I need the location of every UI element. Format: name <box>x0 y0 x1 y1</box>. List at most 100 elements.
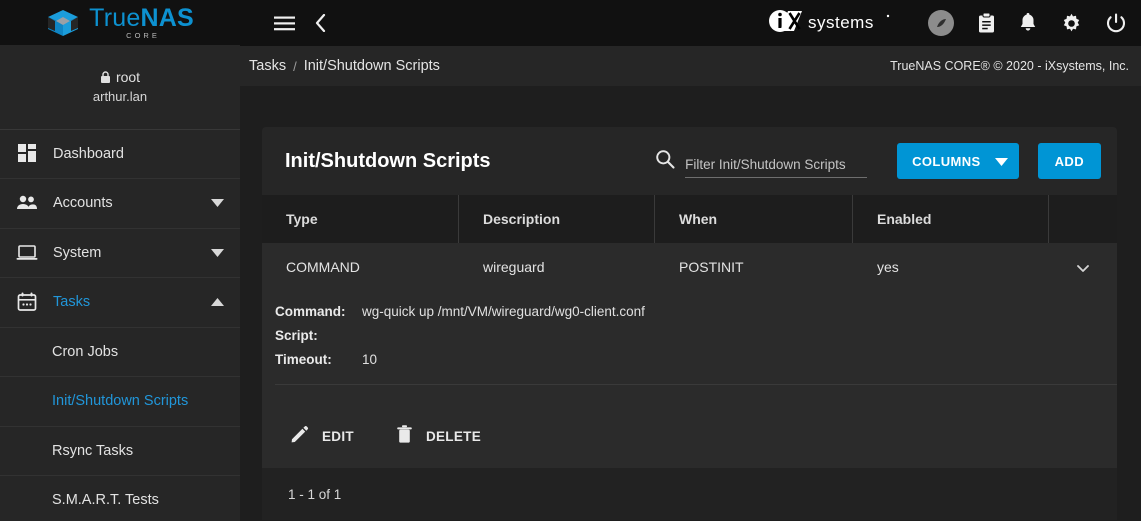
pencil-edit-icon <box>290 425 309 449</box>
columns-button-label: COLUMNS <box>912 153 981 169</box>
search-field-wrapper <box>685 144 868 178</box>
detail-script-row: Script: <box>275 328 1117 352</box>
chevron-up-icon[interactable] <box>211 293 224 311</box>
power-icon[interactable] <box>1106 13 1126 34</box>
column-header-description[interactable]: Description <box>459 195 655 243</box>
sidebar: TrueNAS CORE root arthur.lan Dashboard A… <box>0 0 240 521</box>
brand-edition: CORE <box>126 30 160 40</box>
sidebar-navigation: Dashboard Accounts System Tasks Cron Job… <box>0 130 240 521</box>
truenas-app-window: TrueNAS CORE root arthur.lan Dashboard A… <box>0 0 1141 521</box>
truecommand-avatar-icon[interactable] <box>928 10 954 36</box>
card-header: Init/Shutdown Scripts COLUMNS <box>262 127 1117 195</box>
cell-enabled: yes <box>877 258 899 275</box>
hamburger-menu-icon[interactable] <box>274 16 295 31</box>
chevron-down-icon <box>1077 259 1089 275</box>
columns-button[interactable]: COLUMNS <box>897 143 1019 179</box>
top-bar-right-controls: systems <box>768 9 1126 38</box>
brand-name-nas: NAS <box>140 3 194 32</box>
detail-command-value: wg-quick up /mnt/VM/wireguard/wg0-client… <box>362 304 645 319</box>
detail-command-label: Command: <box>275 304 346 319</box>
sidebar-item-smart-tests[interactable]: S.M.A.R.T. Tests <box>0 476 240 521</box>
page-scrollbar-track[interactable] <box>1127 86 1138 521</box>
dashboard-grid-icon <box>13 144 41 163</box>
user-info-block: root arthur.lan <box>0 45 240 130</box>
detail-timeout-row: Timeout: 10 <box>275 352 1117 376</box>
delete-button-label: DELETE <box>425 429 482 444</box>
column-header-type[interactable]: Type <box>262 195 459 243</box>
clipboard-icon[interactable] <box>978 13 995 33</box>
sidebar-item-tasks[interactable]: Tasks <box>0 278 240 328</box>
cell-type: COMMAND <box>286 258 360 275</box>
sidebar-item-label: Tasks <box>53 294 91 311</box>
chevron-down-icon[interactable] <box>211 244 224 262</box>
laptop-icon <box>13 244 41 262</box>
bell-notification-icon[interactable] <box>1019 13 1037 33</box>
search-icon[interactable] <box>655 149 675 174</box>
add-button[interactable]: ADD <box>1037 143 1101 179</box>
breadcrumb-bar: Tasks / Init/Shutdown Scripts TrueNAS CO… <box>240 46 1141 86</box>
column-header-when[interactable]: When <box>655 195 853 243</box>
detail-divider <box>275 384 1117 385</box>
page-content: Init/Shutdown Scripts COLUMNS <box>240 86 1141 521</box>
sidebar-item-label: Dashboard <box>53 145 124 162</box>
table-header-row: Type Description When Enabled <box>262 195 1117 243</box>
lock-icon <box>100 71 110 83</box>
breadcrumb-separator: / <box>293 58 297 74</box>
sidebar-item-label: System <box>53 244 102 261</box>
brand-wordmark: TrueNAS CORE <box>89 3 194 40</box>
chevron-down-icon <box>994 154 1008 169</box>
detail-script-label: Script: <box>275 328 318 343</box>
sidebar-item-label: Accounts <box>53 195 113 212</box>
people-icon <box>13 194 41 212</box>
sidebar-item-rsync-tasks[interactable]: Rsync Tasks <box>0 427 240 477</box>
brand-header[interactable]: TrueNAS CORE <box>0 0 240 46</box>
detail-command-row: Command: wg-quick up /mnt/VM/wireguard/w… <box>275 304 1117 328</box>
detail-timeout-label: Timeout: <box>275 352 332 367</box>
sidebar-item-label: Cron Jobs <box>52 343 119 360</box>
breadcrumb-parent[interactable]: Tasks <box>249 58 286 74</box>
search-input[interactable] <box>685 157 868 177</box>
sidebar-item-label: Init/Shutdown Scripts <box>52 393 189 410</box>
delete-button[interactable]: DELETE <box>396 424 482 449</box>
add-button-label: ADD <box>1054 153 1084 169</box>
hostname-label: arthur.lan <box>92 89 148 105</box>
main-area: systems Tasks / Init/Shutdown Scripts Tr… <box>240 0 1141 521</box>
trash-delete-icon <box>396 424 413 449</box>
chevron-left-icon[interactable] <box>315 14 327 32</box>
init-shutdown-scripts-card: Init/Shutdown Scripts COLUMNS <box>262 127 1117 520</box>
breadcrumb-current: Init/Shutdown Scripts <box>303 58 440 74</box>
brand-name-true: True <box>89 3 141 32</box>
edit-button[interactable]: EDIT <box>290 425 354 449</box>
username-label: root <box>115 69 141 86</box>
svg-text:systems: systems <box>808 13 874 32</box>
top-bar: systems <box>240 0 1141 46</box>
row-expand-toggle[interactable] <box>1049 259 1117 275</box>
edit-button-label: EDIT <box>322 429 354 444</box>
ixsystems-logo-icon: systems <box>768 9 892 38</box>
truenas-cube-logo-icon <box>48 9 79 36</box>
page-title: Init/Shutdown Scripts <box>285 149 491 172</box>
row-action-bar: EDIT DELETE <box>262 405 1117 468</box>
sidebar-item-system[interactable]: System <box>0 229 240 279</box>
calendar-icon <box>13 292 41 312</box>
sidebar-item-init-shutdown-scripts[interactable]: Init/Shutdown Scripts <box>0 377 240 427</box>
gear-settings-icon[interactable] <box>1061 13 1082 34</box>
row-detail-panel: Command: wg-quick up /mnt/VM/wireguard/w… <box>262 290 1117 405</box>
sidebar-item-label: S.M.A.R.T. Tests <box>52 492 159 509</box>
sidebar-item-label: Rsync Tasks <box>52 442 134 459</box>
detail-timeout-value: 10 <box>362 352 378 367</box>
pagination-label: 1 - 1 of 1 <box>288 486 342 502</box>
sidebar-item-accounts[interactable]: Accounts <box>0 179 240 229</box>
table-footer: 1 - 1 of 1 <box>262 468 1117 520</box>
column-header-enabled[interactable]: Enabled <box>853 195 1049 243</box>
column-header-actions <box>1049 195 1117 243</box>
table-row[interactable]: COMMAND wireguard POSTINIT yes <box>262 243 1117 290</box>
user-name-row: root <box>100 69 140 85</box>
card-header-controls: COLUMNS ADD <box>655 143 1101 179</box>
copyright-text: TrueNAS CORE® © 2020 - iXsystems, Inc. <box>890 59 1129 73</box>
chevron-down-icon[interactable] <box>211 194 224 212</box>
top-bar-left-controls <box>274 14 327 32</box>
sidebar-item-cron-jobs[interactable]: Cron Jobs <box>0 328 240 378</box>
sidebar-item-dashboard[interactable]: Dashboard <box>0 130 240 180</box>
cell-description: wireguard <box>483 258 545 275</box>
